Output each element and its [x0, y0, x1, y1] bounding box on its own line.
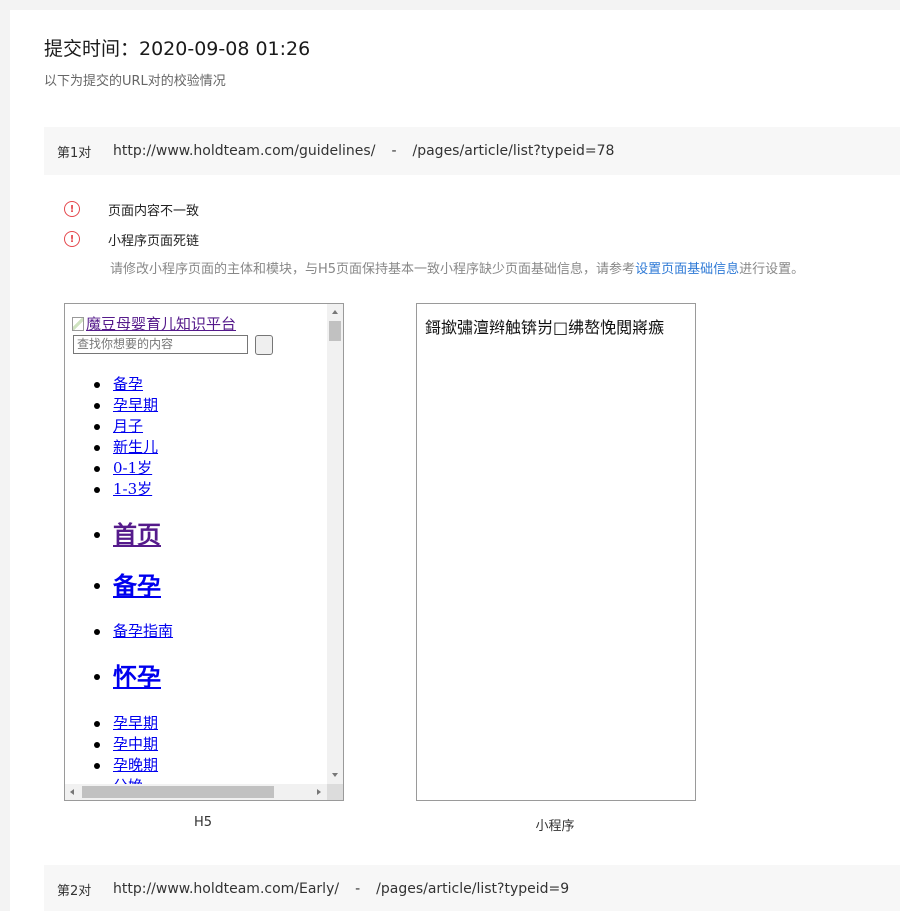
scroll-right-icon[interactable]: [317, 789, 321, 795]
broken-image-icon: [72, 316, 84, 331]
issue-text: 小程序页面死链: [108, 233, 200, 249]
list-item: 孕早期: [93, 713, 158, 734]
h5-url: http://www.holdteam.com/Early/: [113, 881, 340, 897]
list-item: 孕中期: [93, 734, 158, 755]
issue-item: ! 小程序页面死链: [64, 229, 199, 249]
list-item: 备孕: [93, 374, 158, 395]
list-item: 1-3岁: [93, 479, 158, 500]
list-item: 怀孕: [94, 662, 161, 692]
nav-list: 备孕指南: [93, 621, 173, 642]
scroll-down-icon[interactable]: [332, 773, 338, 777]
hint-prefix: 请修改小程序页面的主体和模块，与H5页面保持基本一致小程序缺少页面基础信息，请参…: [110, 262, 636, 277]
nav-list: 备孕 孕早期 月子 新生儿 0-1岁 1-3岁: [93, 374, 158, 500]
search-button[interactable]: [255, 335, 273, 355]
issue-item: ! 页面内容不一致: [64, 199, 199, 219]
warning-circle-icon: !: [64, 201, 80, 217]
list-item: 备孕: [94, 571, 161, 601]
pair-separator: -: [391, 143, 397, 159]
pair-index: 第2对: [57, 883, 92, 899]
nav-link[interactable]: 备孕指南: [113, 622, 173, 640]
pair-header: 第2对 http://www.holdteam.com/Early/ - /pa…: [44, 865, 900, 911]
pair-header: 第1对 http://www.holdteam.com/guidelines/ …: [44, 127, 900, 175]
nav-link[interactable]: 孕早期: [113, 396, 158, 414]
list-item: 首页: [94, 520, 161, 550]
h5-url: http://www.holdteam.com/guidelines/: [113, 143, 376, 159]
nav-link[interactable]: 0-1岁: [113, 459, 152, 477]
search-input[interactable]: 查找你想要的内容: [73, 335, 248, 354]
h5-preview-content[interactable]: 魔豆母婴育儿知识平台 查找你想要的内容 备孕 孕早期 月子 新生儿 0-1岁 1…: [65, 304, 327, 784]
mp-path: /pages/article/list?typeid=78: [412, 143, 615, 159]
h5-preview-frame[interactable]: 魔豆母婴育儿知识平台 查找你想要的内容 备孕 孕早期 月子 新生儿 0-1岁 1…: [64, 303, 344, 801]
scrollbar-corner: [327, 784, 343, 800]
nav-link-home[interactable]: 首页: [113, 520, 161, 549]
pair-separator: -: [355, 881, 361, 897]
nav-list: 孕早期 孕中期 孕晚期 分娩: [93, 713, 158, 784]
nav-list: 怀孕: [94, 662, 161, 692]
scroll-left-icon[interactable]: [70, 789, 74, 795]
warning-circle-icon: !: [64, 231, 80, 247]
nav-link[interactable]: 怀孕: [113, 662, 161, 691]
mp-garbled-text: 鎶撳彇澶辫触锛岃□绋嶅悗閲嶈瘯: [425, 318, 665, 337]
list-item: 分娩: [113, 776, 158, 784]
list-item: 备孕指南: [93, 621, 173, 642]
scroll-up-icon[interactable]: [332, 310, 338, 314]
list-item: 0-1岁: [93, 458, 158, 479]
page-card: 提交时间：2020-09-08 01:26 以下为提交的URL对的校验情况 第1…: [10, 10, 900, 911]
mp-preview-frame: 鎶撳彇澶辫触锛岃□绋嶅悗閲嶈瘯: [416, 303, 696, 801]
h5-caption: H5: [193, 815, 213, 830]
horizontal-scrollbar[interactable]: [65, 784, 327, 800]
issue-text: 页面内容不一致: [108, 203, 200, 219]
nav-link[interactable]: 备孕: [113, 375, 143, 393]
pair-index: 第1对: [57, 145, 92, 161]
nav-link[interactable]: 孕中期: [113, 735, 158, 753]
nav-link[interactable]: 新生儿: [113, 438, 158, 456]
nav-link[interactable]: 孕早期: [113, 714, 158, 732]
horizontal-scroll-thumb[interactable]: [82, 786, 274, 798]
list-item: 孕早期: [93, 395, 158, 416]
hint-suffix: 进行设置。: [739, 262, 805, 277]
logo-link[interactable]: 魔豆母婴育儿知识平台: [72, 313, 236, 334]
nav-link[interactable]: 月子: [113, 417, 143, 435]
nav-link[interactable]: 1-3岁: [113, 480, 152, 498]
logo-alt-text: 魔豆母婴育儿知识平台: [86, 315, 237, 333]
mp-caption: 小程序: [535, 819, 575, 834]
vertical-scrollbar[interactable]: [327, 304, 343, 784]
nav-link[interactable]: 分娩: [113, 777, 143, 784]
list-item: 新生儿: [93, 437, 158, 458]
vertical-scroll-thumb[interactable]: [329, 321, 341, 341]
page-title: 提交时间：2020-09-08 01:26: [44, 38, 311, 60]
setup-page-info-link[interactable]: 设置页面基础信息: [635, 262, 739, 277]
page-subtitle: 以下为提交的URL对的校验情况: [44, 74, 226, 89]
list-item: 月子: [93, 416, 158, 437]
fix-hint: 请修改小程序页面的主体和模块，与H5页面保持基本一致小程序缺少页面基础信息，请参…: [110, 258, 804, 277]
nav-link[interactable]: 孕晚期: [113, 756, 158, 774]
nav-list: 首页 备孕: [94, 520, 161, 601]
list-item: 孕晚期: [93, 755, 158, 776]
nav-link[interactable]: 备孕: [113, 571, 161, 600]
mp-path: /pages/article/list?typeid=9: [376, 881, 570, 897]
